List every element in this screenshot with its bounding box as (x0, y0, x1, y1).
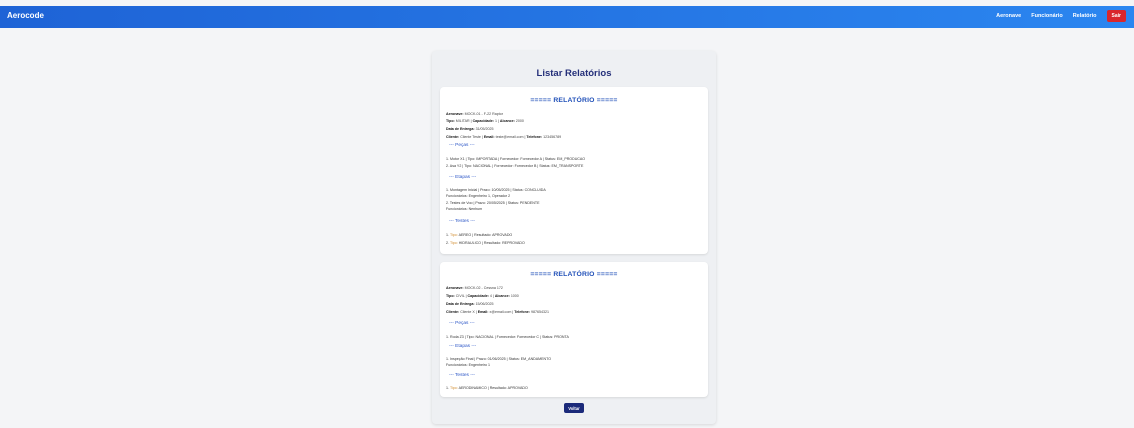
top-navbar: Aerocode Aeronave Funcionário Relatório … (0, 6, 1134, 28)
exit-button[interactable]: Sair (1106, 10, 1126, 22)
nav-link-funcionario[interactable]: Funcionário (1031, 13, 1062, 19)
report-card: ===== RELATÓRIO ===== Aeronave: MOCK-01 … (440, 87, 708, 254)
etapas-heading: --- Etapas --- (449, 175, 477, 180)
report-aeronave: Aeronave: MOCK-02 - Cessna 172 (446, 286, 503, 290)
testes-heading: --- Testes --- (449, 373, 476, 378)
list-item: 1. Inspeção Final | Prazo: 01/06/2025 | … (446, 357, 552, 361)
report-entrega: Data de Entrega: 31/05/2025 (446, 127, 494, 131)
list-item: 1. Tipo: AEREO | Resultado: APROVADO (446, 233, 513, 237)
nav-link-relatorio[interactable]: Relatório (1073, 13, 1097, 19)
pecas-heading: --- Peças --- (449, 321, 475, 326)
brand-logo[interactable]: Aerocode (7, 11, 44, 20)
report-tipo: Tipo: CIVIL | Capacidade: 4 | Alcance: 1… (446, 294, 519, 298)
report-cliente: Cliente: Cliente Teste | Email: teste@em… (446, 135, 562, 139)
report-card: ===== RELATÓRIO ===== Aeronave: MOCK-02 … (440, 262, 708, 397)
report-entrega: Data de Entrega: 15/06/2025 (446, 302, 494, 306)
list-item: 1. Tipo: AERODINAMICO | Resultado: APROV… (446, 386, 528, 390)
report-title: ===== RELATÓRIO ===== (530, 97, 618, 104)
report-aeronave: Aeronave: MOCK-01 - F-22 Raptor (446, 112, 503, 116)
list-item: Funcionários: Nenhum (446, 207, 483, 211)
report-cliente: Cliente: Cliente X | Email: x@email.com … (446, 310, 549, 314)
pecas-heading: --- Peças --- (449, 143, 475, 148)
nav-link-aeronave[interactable]: Aeronave (996, 13, 1021, 19)
list-item: Funcionários: Engenheiro 1, Operador 2 (446, 194, 511, 198)
report-tipo: Tipo: MILITAR | Capacidade: 1 | Alcance:… (446, 119, 524, 123)
page-title: Listar Relatórios (536, 68, 612, 79)
nav-menu: Aeronave Funcionário Relatório Sair (996, 10, 1126, 22)
report-title: ===== RELATÓRIO ===== (530, 271, 618, 278)
list-item: 2. Testes de Voo | Prazo: 20/05/2025 | S… (446, 201, 540, 205)
testes-heading: --- Testes --- (449, 219, 476, 224)
list-item: Funcionários: Engenheiro 1 (446, 363, 490, 367)
list-item: 1. Montagem Inicial | Prazo: 10/05/2025 … (446, 188, 546, 192)
list-item: 2. Tipo: HIDRAULICO | Resultado: REPROVA… (446, 241, 525, 245)
back-button[interactable]: Voltar (564, 403, 584, 413)
etapas-heading: --- Etapas --- (449, 344, 477, 349)
list-item: 1. Roda Z3 | Tipo: NACIONAL | Fornecedor… (446, 335, 569, 339)
list-item: 1. Motor X1 | Tipo: IMPORTADA | Forneced… (446, 157, 586, 161)
reports-panel: Listar Relatórios ===== RELATÓRIO ===== … (432, 51, 716, 424)
list-item: 2. Asa Y2 | Tipo: NACIONAL | Fornecedor:… (446, 164, 584, 168)
